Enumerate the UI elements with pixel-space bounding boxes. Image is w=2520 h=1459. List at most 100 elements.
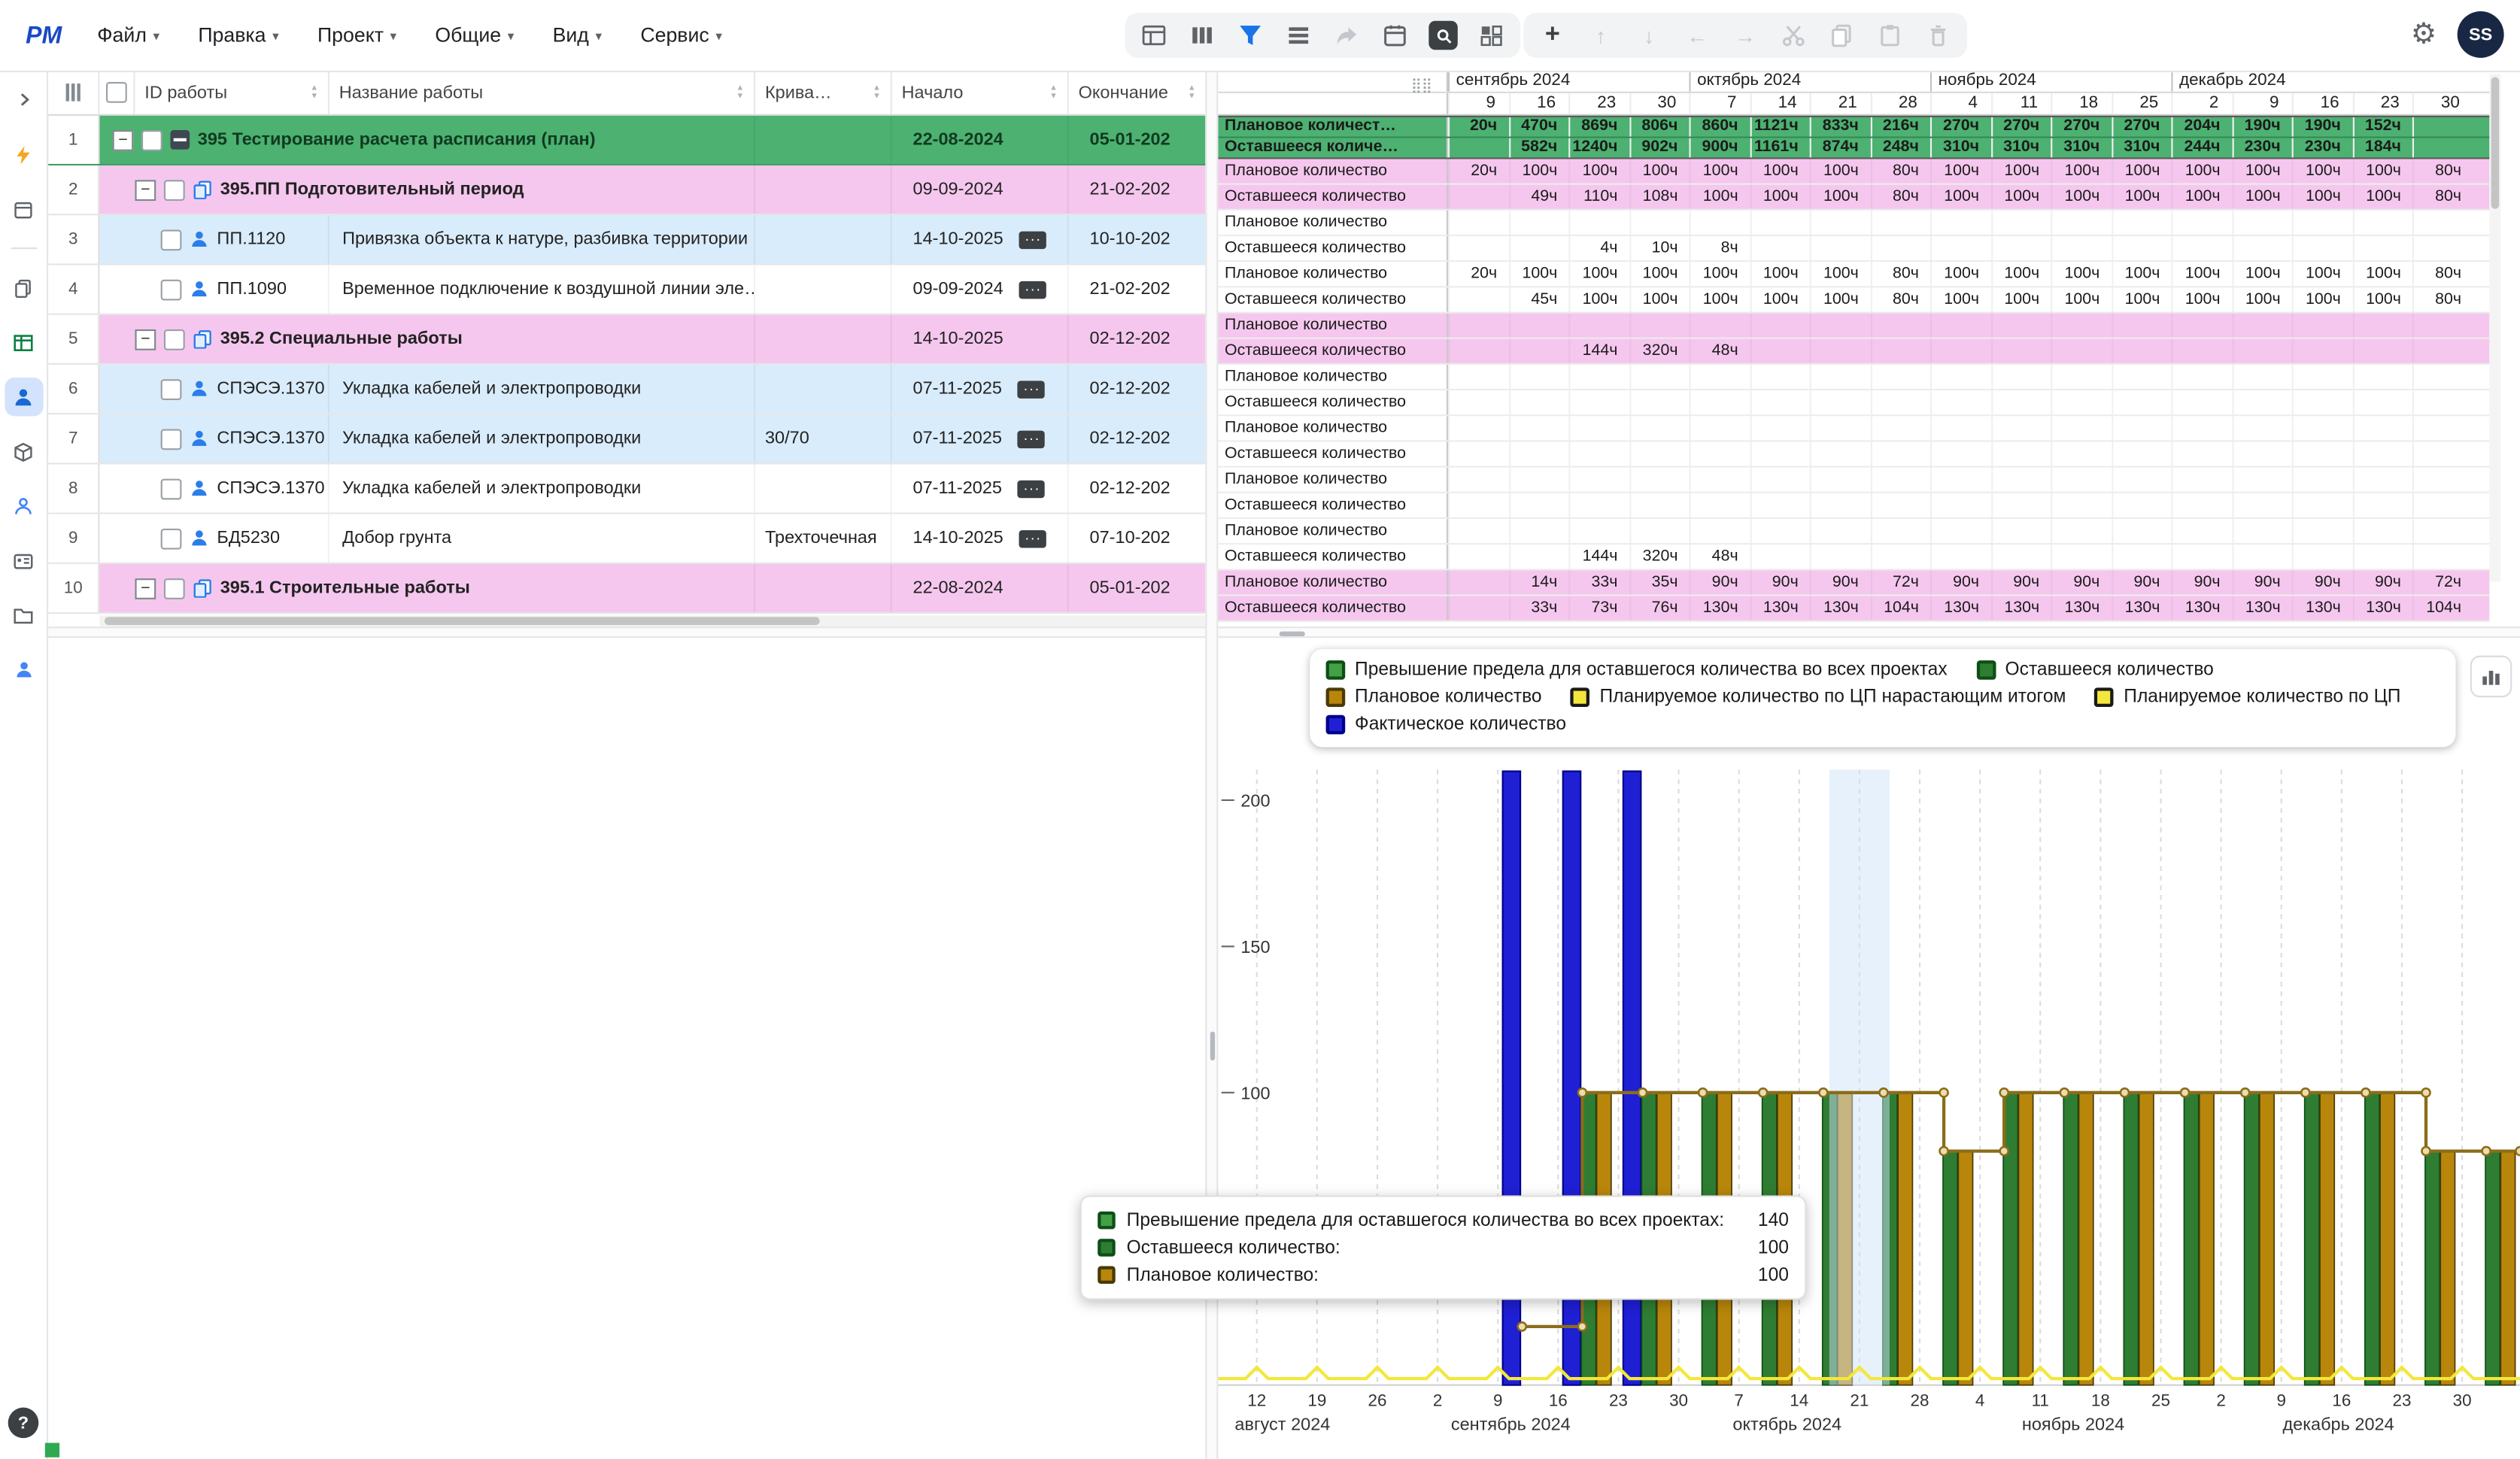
row-checkbox[interactable] (164, 329, 185, 350)
resource-cell[interactable] (1568, 493, 1629, 517)
resource-cell[interactable] (2051, 468, 2111, 492)
resource-cell[interactable] (2111, 390, 2171, 414)
resource-cell[interactable] (1930, 416, 1990, 440)
legend-item[interactable]: Планируемое количество по ЦП нарастающим… (1571, 687, 2066, 707)
resource-cell[interactable]: 270ч (2051, 117, 2111, 137)
resource-cell[interactable] (1810, 544, 1870, 569)
resource-cell[interactable] (2412, 544, 2473, 569)
resource-cell[interactable] (1448, 138, 1508, 158)
resource-cell[interactable] (2111, 442, 2171, 466)
resource-cell[interactable] (2412, 468, 2473, 492)
resource-cell[interactable] (2171, 339, 2231, 363)
resource-cell[interactable] (1508, 339, 1568, 363)
resource-cell[interactable]: 130ч (1810, 596, 1870, 620)
resource-cell[interactable] (1930, 390, 1990, 414)
resource-cell[interactable] (2412, 416, 2473, 440)
resource-cell[interactable]: 100ч (1689, 287, 1749, 311)
resource-cell[interactable]: 90ч (1810, 570, 1870, 594)
resource-cell[interactable] (2171, 390, 2231, 414)
resource-cell[interactable]: 130ч (1750, 596, 1810, 620)
resource-cell[interactable]: 100ч (2051, 287, 2111, 311)
resource-cell[interactable] (1990, 519, 2051, 543)
resource-cell[interactable] (1810, 390, 1870, 414)
resource-cell[interactable]: 35ч (1629, 570, 1689, 594)
resource-cell[interactable]: 130ч (2352, 596, 2412, 620)
resource-cell[interactable]: 230ч (2232, 138, 2292, 158)
resource-cell[interactable] (1568, 365, 1629, 389)
resource-cell[interactable] (2292, 468, 2352, 492)
layout-grid-icon[interactable] (1475, 20, 1507, 52)
resource-cell[interactable]: 90ч (1689, 570, 1749, 594)
resource-cell[interactable] (1508, 519, 1568, 543)
resource-cell[interactable]: 100ч (1810, 159, 1870, 184)
splitter-handle[interactable] (1280, 632, 1305, 636)
resource-cell[interactable] (2232, 314, 2292, 338)
resource-cell[interactable]: 100ч (1629, 287, 1689, 311)
resource-cell[interactable]: 130ч (2232, 596, 2292, 620)
resource-cell[interactable] (1508, 416, 1568, 440)
resource-cell[interactable] (1930, 236, 1990, 260)
resource-cell[interactable] (2412, 365, 2473, 389)
resource-cell[interactable] (1750, 365, 1810, 389)
resource-cell[interactable] (1689, 211, 1749, 235)
resource-cell[interactable] (1568, 442, 1629, 466)
resource-cell[interactable]: 100ч (1568, 287, 1629, 311)
resource-cell[interactable]: 80ч (1870, 262, 1930, 286)
resource-cell[interactable] (2232, 493, 2292, 517)
resource-cell[interactable]: 104ч (2412, 596, 2473, 620)
collapse-toggle[interactable]: − (135, 179, 156, 200)
resource-cell[interactable] (2171, 442, 2231, 466)
table-row[interactable]: 5−395.2 Специальные работы14-10-202502-1… (48, 315, 1205, 365)
resource-cell[interactable] (2051, 314, 2111, 338)
copy-pages-icon[interactable] (4, 268, 42, 307)
resource-cell[interactable]: 100ч (2171, 262, 2231, 286)
resource-cell[interactable] (1750, 544, 1810, 569)
resource-cell[interactable] (1689, 519, 1749, 543)
resource-cell[interactable] (1870, 519, 1930, 543)
resource-cell[interactable] (1990, 339, 2051, 363)
resource-cell[interactable] (2232, 211, 2292, 235)
resource-cell[interactable] (1930, 339, 1990, 363)
resource-cell[interactable] (1448, 519, 1508, 543)
resource-cell[interactable]: 100ч (1689, 262, 1749, 286)
table-row[interactable]: 4ПП.1090Временное подключение к воздушно… (48, 265, 1205, 315)
row-checkbox[interactable] (161, 478, 182, 499)
resource-cell[interactable] (1689, 442, 1749, 466)
resource-cell[interactable]: 144ч (1568, 544, 1629, 569)
settings-gear-icon[interactable]: ⚙ (2411, 18, 2437, 52)
resource-cell[interactable]: 80ч (2412, 262, 2473, 286)
resource-cell[interactable] (1750, 236, 1810, 260)
resource-cell[interactable]: 100ч (2051, 262, 2111, 286)
resource-cell[interactable] (1930, 544, 1990, 569)
resource-cell[interactable]: 100ч (1810, 287, 1870, 311)
row-checkbox[interactable] (141, 129, 162, 150)
resource-cell[interactable] (2412, 493, 2473, 517)
resource-cell[interactable]: 100ч (1689, 185, 1749, 209)
resource-cell[interactable] (2111, 493, 2171, 517)
resource-cell[interactable]: 100ч (2171, 287, 2231, 311)
resource-cell[interactable]: 902ч (1629, 138, 1689, 158)
menu-item[interactable]: Сервис▾ (640, 24, 722, 47)
resource-cell[interactable]: 130ч (2292, 596, 2352, 620)
resource-cell[interactable]: 20ч (1448, 159, 1508, 184)
resource-cell[interactable] (1568, 519, 1629, 543)
resource-cell[interactable] (1810, 519, 1870, 543)
move-down-icon[interactable]: ↓ (1633, 20, 1665, 52)
resource-cell[interactable]: 110ч (1568, 185, 1629, 209)
resource-cell[interactable]: 100ч (2232, 287, 2292, 311)
resource-cell[interactable] (1870, 211, 1930, 235)
calendar-sidebar-icon[interactable] (4, 190, 42, 228)
resource-cell[interactable]: 860ч (1689, 117, 1749, 137)
resource-cell[interactable] (1930, 519, 1990, 543)
help-button[interactable]: ? (8, 1408, 39, 1439)
resource-cell[interactable]: 100ч (1508, 262, 1568, 286)
table-row[interactable]: 8СПЭСЭ.1370Укладка кабелей и электропров… (48, 464, 1205, 514)
column-header-curve[interactable]: Крива…▲▼ (755, 71, 892, 114)
column-header-name[interactable]: Название работы▲▼ (329, 71, 755, 114)
resource-cell[interactable]: 72ч (2412, 570, 2473, 594)
row-checkbox[interactable] (161, 378, 182, 399)
resource-cell[interactable]: 190ч (2292, 117, 2352, 137)
resource-cell[interactable] (1990, 236, 2051, 260)
resource-cell[interactable] (2051, 493, 2111, 517)
resource-cell[interactable] (1930, 211, 1990, 235)
